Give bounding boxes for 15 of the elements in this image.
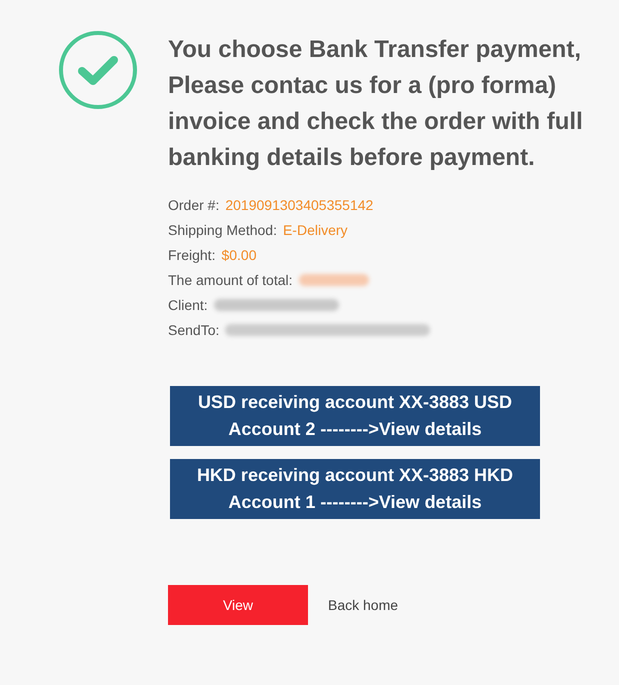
account-link[interactable]: USD receiving account XX-3883 USD Account 2 -------->View details (170, 386, 540, 446)
success-check-icon (58, 30, 138, 110)
detail-value: 2019091303405355142 (225, 196, 374, 212)
view-button[interactable]: View (168, 585, 308, 625)
detail-value: $0.00 (221, 246, 257, 262)
detail-label: Order #: (168, 196, 220, 212)
detail-label: Shipping Method: (168, 222, 277, 238)
account-link[interactable]: HKD receiving account XX-3883 HKD Account 1 -------->View details (170, 459, 540, 519)
detail-label: Freight: (168, 246, 216, 262)
payment-message: You choose Bank Transfer payment, Please contac us for a (pro forma) invoice and check the order with full banking details before payment. (168, 35, 583, 173)
detail-label: The amount of total: (168, 272, 293, 288)
back-home-link[interactable]: Back home (328, 597, 398, 613)
detail-label: SendTo: (168, 322, 220, 338)
detail-label: Client: (168, 296, 208, 312)
detail-value: E-Delivery (282, 222, 348, 238)
